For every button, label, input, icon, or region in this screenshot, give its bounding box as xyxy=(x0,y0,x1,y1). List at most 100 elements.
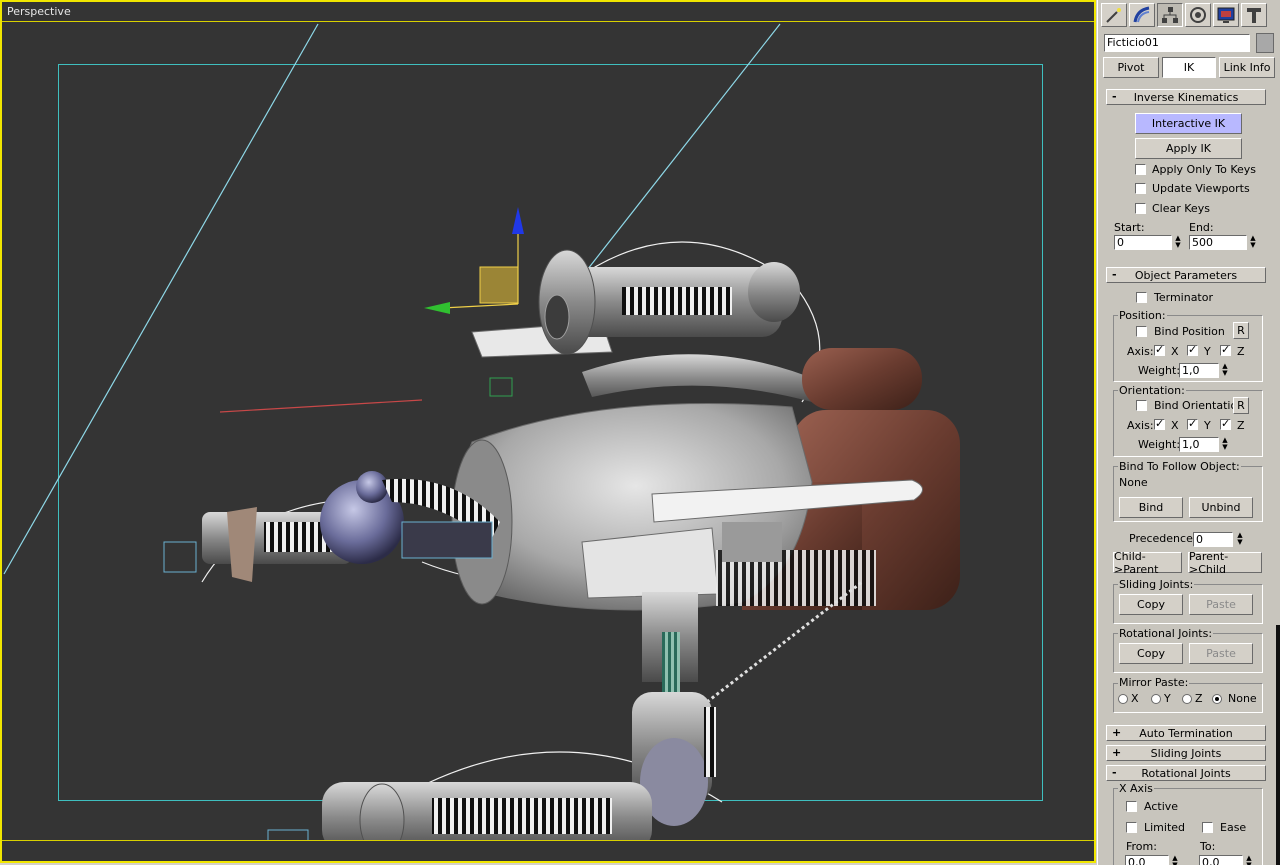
mirror-y-radio[interactable] xyxy=(1151,694,1161,704)
utilities-tab[interactable] xyxy=(1241,3,1267,27)
orientation-x-checkbox[interactable] xyxy=(1154,417,1165,430)
transform-gizmo[interactable] xyxy=(424,207,524,397)
mirror-y-label: Y xyxy=(1164,692,1171,705)
position-z-label: Z xyxy=(1237,345,1245,358)
terminator-checkbox[interactable] xyxy=(1136,292,1147,303)
mirror-x-label: X xyxy=(1131,692,1139,705)
motion-icon xyxy=(1190,7,1206,23)
modify-icon xyxy=(1133,6,1150,23)
object-color-swatch[interactable] xyxy=(1256,33,1274,53)
inverse-kinematics-rollout[interactable]: - Inverse Kinematics xyxy=(1106,89,1266,105)
precedence-field[interactable]: 0 xyxy=(1193,532,1233,547)
pivot-button[interactable]: Pivot xyxy=(1103,57,1159,78)
parent-child-button[interactable]: Parent->Child xyxy=(1188,550,1262,576)
limited-checkbox[interactable] xyxy=(1126,822,1137,833)
to-spinner[interactable]: ▲ ▼ xyxy=(1245,855,1253,865)
position-weight-spinner[interactable]: ▲ ▼ xyxy=(1221,363,1229,378)
mirror-none-radio[interactable] xyxy=(1212,694,1222,704)
active-label: Active xyxy=(1144,800,1179,813)
sliding-copy-button[interactable]: Copy xyxy=(1119,594,1183,615)
apply-ik-button[interactable]: Apply IK xyxy=(1135,138,1242,159)
position-x-checkbox[interactable] xyxy=(1154,343,1165,356)
orientation-weight-field[interactable]: 1,0 xyxy=(1179,437,1219,452)
clear-keys-checkbox[interactable] xyxy=(1135,203,1146,214)
auto-termination-rollout[interactable]: + Auto Termination xyxy=(1106,725,1266,741)
motion-tab[interactable] xyxy=(1185,3,1211,27)
upper-arm[interactable] xyxy=(471,249,822,402)
command-panel[interactable]: Ficticio01 Pivot IK Link Info - Inverse … xyxy=(1097,0,1280,865)
child-parent-button[interactable]: Child->Parent xyxy=(1113,550,1182,576)
from-label: From: xyxy=(1126,840,1157,853)
red-helper-line xyxy=(219,399,423,413)
camera-line xyxy=(3,23,319,575)
position-weight-field[interactable]: 1,0 xyxy=(1179,363,1219,378)
bind-position-label: Bind Position xyxy=(1154,325,1225,338)
robot-neck[interactable] xyxy=(632,580,863,826)
object-parameters-rollout[interactable]: - Object Parameters xyxy=(1106,267,1266,283)
bind-button[interactable]: Bind xyxy=(1119,497,1183,518)
orientation-y-checkbox[interactable] xyxy=(1187,417,1198,430)
scene-render[interactable] xyxy=(2,2,1094,862)
apply-only-to-keys-label: Apply Only To Keys xyxy=(1152,163,1256,176)
orientation-axis-label: Axis: xyxy=(1127,419,1154,432)
rollout-title: Auto Termination xyxy=(1139,727,1233,740)
rollout-title: Rotational Joints xyxy=(1141,767,1231,780)
hierarchy-tab[interactable] xyxy=(1157,3,1183,27)
rotational-paste-button[interactable]: Paste xyxy=(1189,643,1253,664)
orientation-z-checkbox[interactable] xyxy=(1220,417,1231,430)
from-spinner[interactable]: ▲ ▼ xyxy=(1171,855,1179,865)
link-info-button[interactable]: Link Info xyxy=(1219,57,1275,78)
bind-position-checkbox[interactable] xyxy=(1136,326,1147,337)
interactive-ik-button[interactable]: Interactive IK xyxy=(1135,113,1242,134)
orientation-weight-spinner[interactable]: ▲ ▼ xyxy=(1221,437,1229,452)
position-y-checkbox[interactable] xyxy=(1187,343,1198,356)
mirror-x-radio[interactable] xyxy=(1118,694,1128,704)
object-name-field[interactable]: Ficticio01 xyxy=(1104,34,1250,52)
position-x-label: X xyxy=(1171,345,1179,358)
position-z-checkbox[interactable] xyxy=(1220,343,1231,356)
bind-follow-group-title: Bind To Follow Object: xyxy=(1118,460,1241,473)
orientation-r-button[interactable]: R xyxy=(1233,397,1249,414)
rollout-title: Sliding Joints xyxy=(1150,747,1222,760)
utilities-icon xyxy=(1247,8,1261,23)
ik-button[interactable]: IK xyxy=(1162,57,1216,78)
to-label: To: xyxy=(1200,840,1216,853)
mirror-z-label: Z xyxy=(1195,692,1203,705)
end-field[interactable]: 500 xyxy=(1189,235,1247,250)
orientation-x-label: X xyxy=(1171,419,1179,432)
start-field[interactable]: 0 xyxy=(1114,235,1172,250)
display-tab[interactable] xyxy=(1213,3,1239,27)
mirror-z-radio[interactable] xyxy=(1182,694,1192,704)
end-label: End: xyxy=(1189,221,1214,234)
modify-tab[interactable] xyxy=(1129,3,1155,27)
ease-checkbox[interactable] xyxy=(1202,822,1213,833)
end-spinner[interactable]: ▲ ▼ xyxy=(1249,235,1257,250)
camera-line xyxy=(561,23,781,303)
viewport-footer-strip xyxy=(2,840,1094,861)
position-r-button[interactable]: R xyxy=(1233,322,1249,339)
sliding-paste-button[interactable]: Paste xyxy=(1189,594,1253,615)
rotational-joints-rollout[interactable]: - Rotational Joints xyxy=(1106,765,1266,781)
bind-orientation-checkbox[interactable] xyxy=(1136,400,1147,411)
orientation-y-label: Y xyxy=(1204,419,1211,432)
rotational-joints-group-title: Rotational Joints: xyxy=(1118,627,1214,640)
position-axis-label: Axis: xyxy=(1127,345,1154,358)
active-checkbox[interactable] xyxy=(1126,801,1137,812)
start-spinner[interactable]: ▲ ▼ xyxy=(1174,235,1182,250)
rollout-title: Inverse Kinematics xyxy=(1133,91,1239,104)
panel-scroll-thumb[interactable] xyxy=(1276,625,1280,865)
ease-label: Ease xyxy=(1220,821,1247,834)
left-arm[interactable] xyxy=(163,471,500,582)
sliding-joints-rollout[interactable]: + Sliding Joints xyxy=(1106,745,1266,761)
apply-only-to-keys-checkbox[interactable] xyxy=(1135,164,1146,175)
unbind-button[interactable]: Unbind xyxy=(1189,497,1253,518)
update-viewports-checkbox[interactable] xyxy=(1135,183,1146,194)
precedence-spinner[interactable]: ▲ ▼ xyxy=(1236,532,1244,547)
orientation-weight-label: Weight: xyxy=(1138,438,1181,451)
viewport-area[interactable]: Perspective xyxy=(0,0,1097,865)
from-field[interactable]: 0,0 xyxy=(1125,855,1169,865)
create-tab[interactable] xyxy=(1101,3,1127,27)
rotational-copy-button[interactable]: Copy xyxy=(1119,643,1183,664)
to-field[interactable]: 0,0 xyxy=(1199,855,1243,865)
perspective-viewport[interactable]: Perspective xyxy=(0,0,1096,863)
